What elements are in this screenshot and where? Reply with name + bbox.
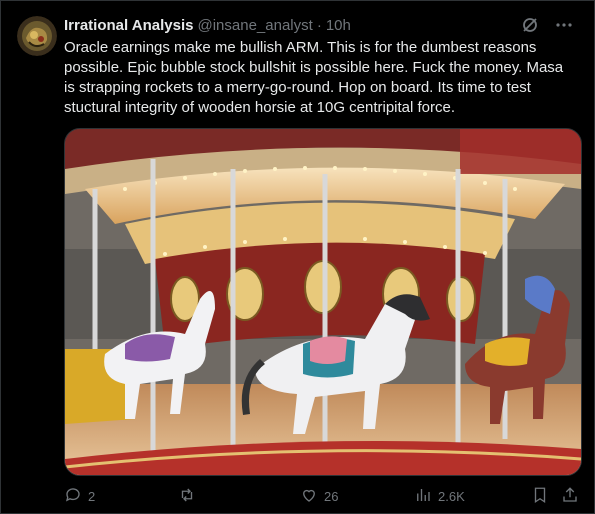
views-button[interactable]: 2.6K [414, 485, 465, 507]
views-count: 2.6K [438, 488, 465, 504]
separator-dot: · [316, 16, 322, 34]
share-icon [561, 486, 579, 507]
carousel-photo [65, 129, 581, 475]
like-button[interactable]: 26 [300, 485, 338, 507]
action-bar: 2 26 2.6K [64, 485, 584, 507]
reply-icon [64, 486, 82, 507]
timestamp[interactable]: 10h [326, 17, 351, 34]
tweet-header: Irrational Analysis @insane_analyst · 10… [64, 15, 574, 35]
heart-icon [300, 486, 318, 507]
reply-count: 2 [88, 488, 96, 504]
like-count: 26 [324, 488, 339, 504]
reply-button[interactable]: 2 [64, 485, 95, 507]
views-icon [414, 486, 432, 507]
bookmark-button[interactable] [531, 485, 549, 507]
handle[interactable]: @insane_analyst [198, 17, 313, 34]
share-button[interactable] [561, 485, 579, 507]
tweet-text: Oracle earnings make me bullish ARM. Thi… [64, 39, 564, 116]
display-name[interactable]: Irrational Analysis [64, 17, 194, 34]
more-icon[interactable] [554, 15, 574, 35]
tweet-card[interactable]: Irrational Analysis @insane_analyst · 10… [0, 0, 595, 514]
avatar[interactable] [17, 16, 57, 56]
repost-icon [178, 486, 196, 507]
repost-button[interactable] [178, 485, 202, 507]
bookmark-icon [531, 486, 549, 507]
tweet-media[interactable] [64, 128, 582, 476]
slashed-circle-icon[interactable] [520, 15, 540, 35]
